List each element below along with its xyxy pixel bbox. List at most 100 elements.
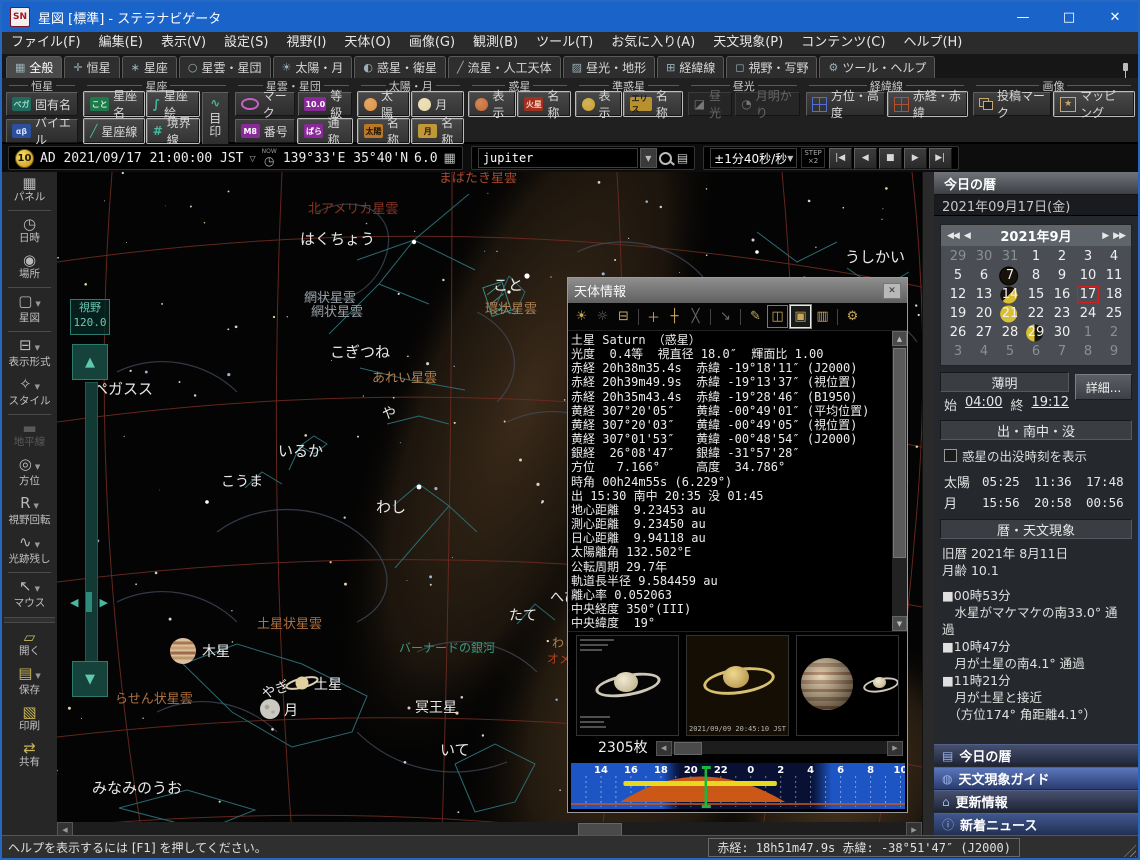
calendar-day[interactable]: 4 (1101, 247, 1127, 266)
sky-label[interactable]: ペガスス (93, 380, 153, 398)
sky-label[interactable]: 木星 (202, 644, 230, 660)
gallery-icon[interactable]: ▥ (813, 306, 832, 327)
nav-news[interactable]: ⓘ新着ニュース (934, 813, 1138, 835)
skip-start-button[interactable]: |◀ (829, 148, 852, 169)
sidebar-item-open[interactable]: ▱開く (2, 626, 57, 662)
calendar-day[interactable]: 4 (971, 342, 997, 361)
sidebar-item-panel[interactable]: ▦パネル (2, 172, 57, 208)
sky-label[interactable]: いるか (278, 442, 323, 460)
planet-rise-set-checkbox[interactable] (944, 449, 957, 462)
sky-label[interactable]: こうま (221, 474, 263, 490)
tab-星雲・星団[interactable]: ○星雲・星団 (179, 56, 271, 78)
labels-multi-icon[interactable]: ⊟ (614, 306, 633, 327)
chart-horizontal-scrollbar[interactable]: ◀ ▶ (57, 822, 922, 835)
play-button[interactable]: ▶ (904, 148, 927, 169)
menu-item[interactable]: 天文現象(P) (704, 32, 792, 54)
scroll-thumb[interactable] (578, 823, 622, 835)
scroll-thumb[interactable] (893, 348, 906, 558)
thumbnail-jupiter-saturn[interactable] (796, 635, 899, 736)
menu-item[interactable]: ツール(T) (527, 32, 602, 54)
menu-item[interactable]: お気に入り(A) (602, 32, 704, 54)
calendar-day[interactable]: 5 (945, 266, 971, 285)
sky-label[interactable]: 月 (284, 703, 298, 719)
mapping-button[interactable]: ★マッピング (1054, 92, 1134, 116)
nebula-mark-button[interactable]: マーク (235, 92, 296, 116)
calendar-day[interactable]: 12 (945, 285, 971, 304)
menu-item[interactable]: 視野(I) (277, 32, 335, 54)
calendar-day[interactable]: 22 (1023, 304, 1049, 323)
sky-label[interactable]: や (382, 406, 396, 422)
location-display[interactable]: 139°33'E 35°40'N (283, 151, 408, 166)
tab-経緯線[interactable]: ⊞経緯線 (657, 56, 724, 78)
tab-全般[interactable]: ▦全般 (6, 56, 62, 78)
sidebar-item-display-format[interactable]: ⊟▼表示形式 (2, 334, 57, 373)
tab-ツール・ヘルプ[interactable]: ⚙ツール・ヘルプ (819, 56, 935, 78)
sun-label-button[interactable]: 太陽名称 (358, 119, 409, 143)
twilight-end-time[interactable]: 19:12 (1032, 395, 1069, 414)
calendar-day[interactable]: 13 (971, 285, 997, 304)
sky-label[interactable]: あれい星雲 (372, 371, 437, 386)
now-button[interactable]: NOW◷ (262, 149, 277, 167)
sky-label[interactable]: たて (509, 608, 537, 624)
sky-label[interactable]: わし (376, 498, 406, 516)
calendar-day[interactable]: 9 (1049, 266, 1075, 285)
calendar-day[interactable]: 28 (997, 323, 1023, 342)
zoom-slider-handle[interactable]: ◀▶ (70, 592, 108, 612)
nav-todays-calendar[interactable]: ▤今日の暦 (934, 744, 1138, 766)
close-icon[interactable]: ✕ (883, 283, 901, 299)
bayer-button[interactable]: αβバイエル (6, 119, 78, 143)
timezone-dropdown-icon[interactable]: ▽ (250, 154, 256, 163)
resize-grip[interactable] (1122, 843, 1136, 857)
sky-label[interactable]: 冥王星 (415, 700, 457, 716)
dwarf-label-button[interactable]: エリス名称 (624, 92, 681, 116)
ra-dec-grid-button[interactable]: 赤経・赤緯 (888, 92, 967, 116)
calendar-day[interactable]: 7 (1049, 342, 1075, 361)
julian-date-button[interactable]: 10 (15, 149, 34, 168)
center-lock-icon[interactable]: ┼ (665, 306, 684, 327)
planet-show-button[interactable]: 表示 (469, 92, 515, 116)
step-select[interactable]: ±1分40秒/秒▼ (710, 148, 797, 168)
sky-label[interactable]: こと (493, 276, 523, 294)
calendar-day[interactable]: 2 (1049, 247, 1075, 266)
calendar-day[interactable]: 9 (1101, 342, 1127, 361)
calendar-day[interactable]: 30 (971, 247, 997, 266)
tab-太陽・月[interactable]: ☀太陽・月 (273, 56, 353, 78)
menu-item[interactable]: 画像(G) (400, 32, 464, 54)
close-button[interactable]: ✕ (1092, 2, 1138, 32)
calendar-day[interactable]: 23 (1049, 304, 1075, 323)
minimize-button[interactable]: — (1000, 2, 1046, 32)
constellation-art-button[interactable]: ∫星座絵 (147, 92, 199, 116)
menu-item[interactable]: 表示(V) (152, 32, 215, 54)
sidebar-item-print[interactable]: ▧印刷 (2, 701, 57, 737)
menu-item[interactable]: ヘルプ(H) (894, 32, 971, 54)
calendar-day[interactable]: 1 (1023, 247, 1049, 266)
constellation-lines-button[interactable]: ╱星座線 (84, 119, 144, 143)
calendar-day[interactable]: 25 (1101, 304, 1127, 323)
calendar-day[interactable]: 18 (1101, 285, 1127, 304)
calendar-day[interactable]: 8 (1023, 266, 1049, 285)
zoom-slider-track[interactable] (85, 382, 98, 662)
calendar-day[interactable]: 3 (1075, 247, 1101, 266)
landmark-button[interactable]: ∿目印 (202, 92, 229, 147)
calendar-day[interactable]: 30 (1049, 323, 1075, 342)
image-panel-icon[interactable]: ▣ (790, 305, 811, 328)
datetime-display[interactable]: AD 2021/09/17 21:00:00 JST (40, 151, 244, 166)
sky-label[interactable]: 網状星雲 (304, 291, 356, 306)
scroll-up-icon[interactable]: ▲ (892, 331, 907, 346)
nebula-alias-button[interactable]: ばら通称 (298, 119, 352, 143)
menu-item[interactable]: ファイル(F) (2, 32, 90, 54)
sky-label[interactable]: 土星 (314, 677, 342, 693)
tab-恒星[interactable]: ✛恒星 (64, 56, 119, 78)
scroll-thumb[interactable] (674, 742, 702, 755)
sky-label[interactable]: らせん状星雲 (115, 692, 193, 707)
calendar-day[interactable]: 2 (1101, 323, 1127, 342)
sidebar-item-save[interactable]: ▤▼保存 (2, 662, 57, 701)
search-icon[interactable] (659, 152, 672, 165)
panel-scrollbar[interactable]: ▲ ▼ (892, 331, 907, 631)
menu-item[interactable]: 観測(B) (464, 32, 527, 54)
scroll-left-icon[interactable]: ◀ (57, 822, 73, 835)
scroll-down-icon[interactable]: ▼ (892, 616, 907, 631)
sidebar-item-direction[interactable]: ◎▼方位 (2, 453, 57, 492)
sky-label[interactable]: 北アメリカ星雲 (308, 202, 398, 217)
calendar-day[interactable]: 29 (945, 247, 971, 266)
